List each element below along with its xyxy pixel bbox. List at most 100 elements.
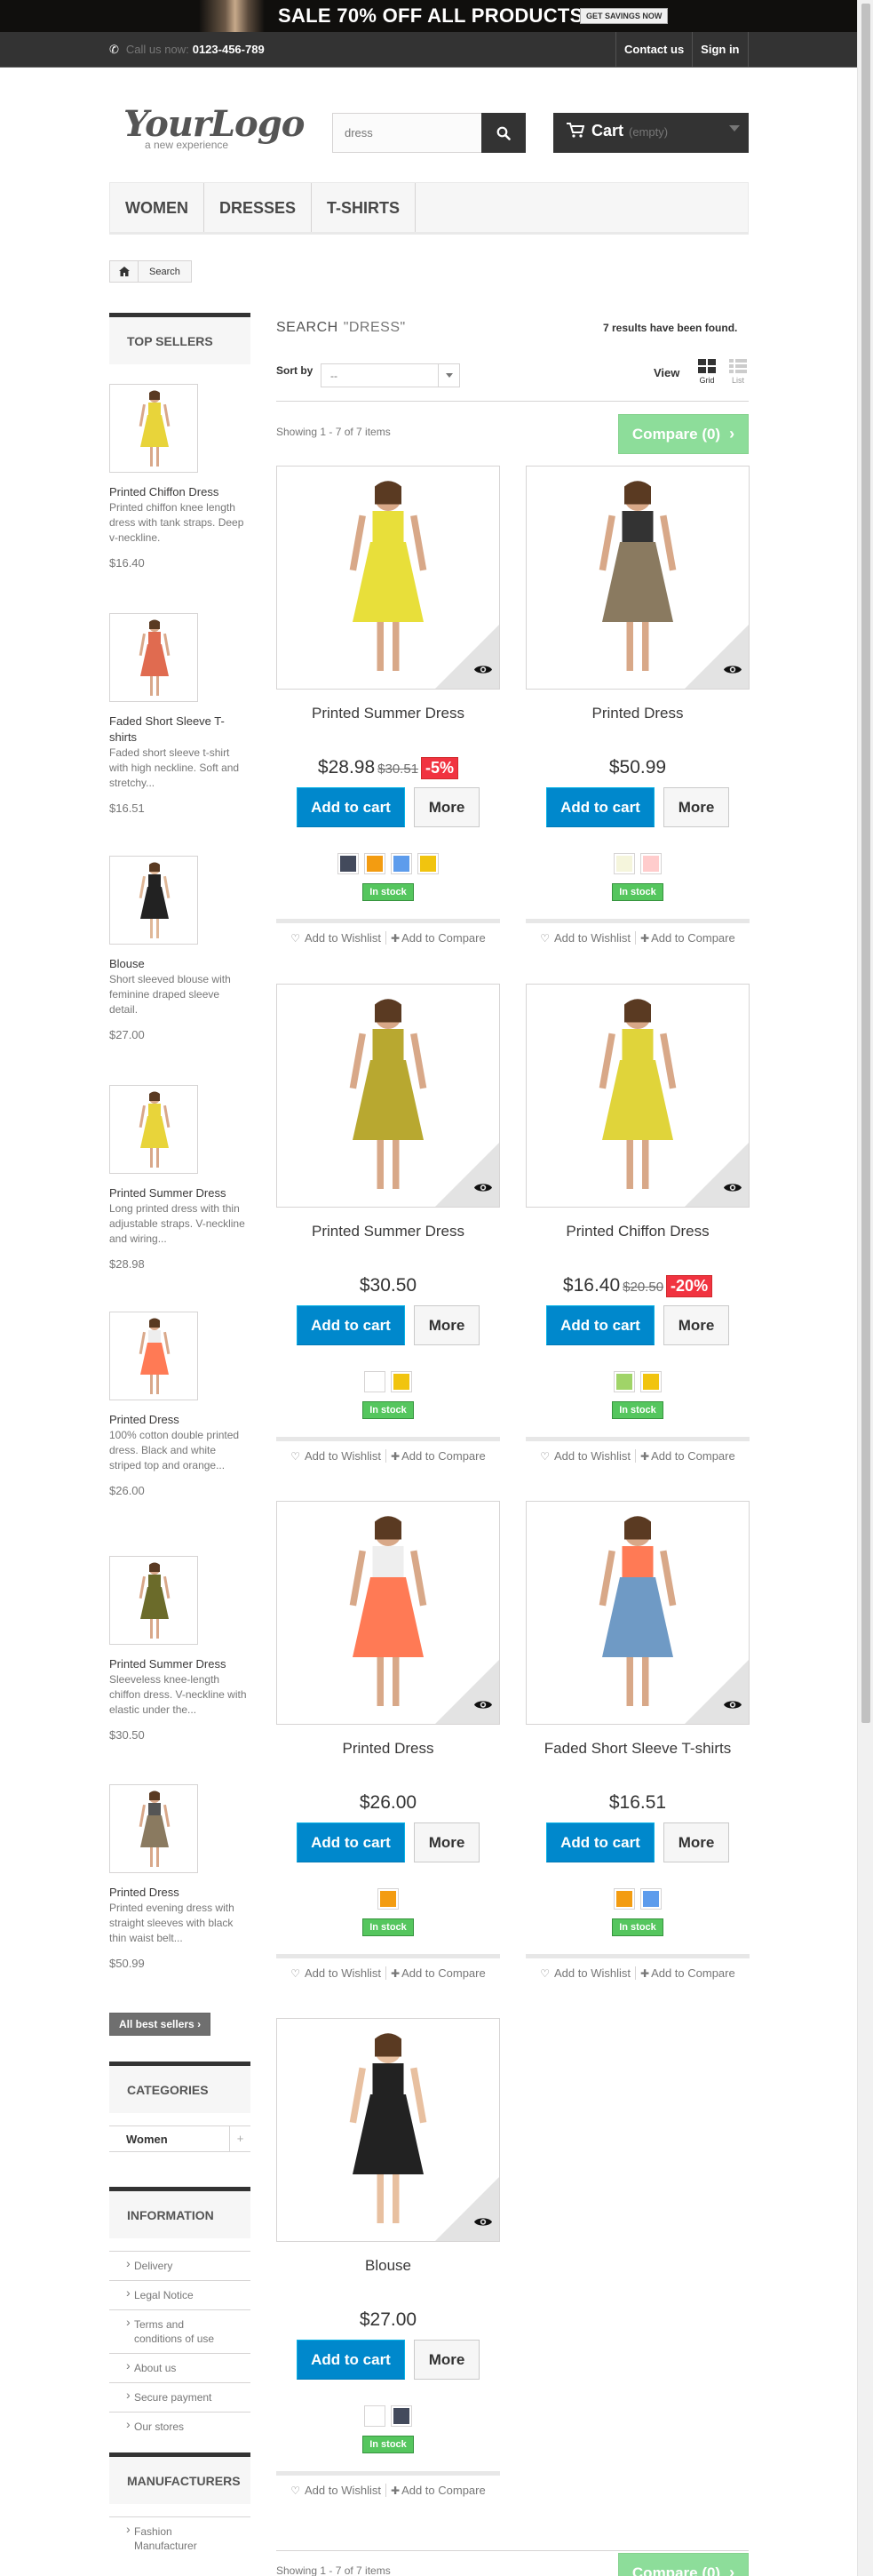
menu-item-tshirts[interactable]: T-SHIRTS <box>312 183 417 232</box>
add-to-compare-link[interactable]: ✚ Add to Compare <box>386 931 486 945</box>
product-name[interactable]: Printed Dress <box>526 705 750 726</box>
color-swatch[interactable] <box>377 1888 399 1910</box>
top-seller-image[interactable] <box>109 1085 198 1174</box>
color-swatch[interactable] <box>391 1371 412 1392</box>
top-seller-image[interactable] <box>109 856 198 945</box>
manufacturer-link[interactable]: Fashion Manufacturer <box>109 2516 250 2560</box>
information-title[interactable]: INFORMATION <box>109 2187 250 2238</box>
product-name[interactable]: Printed Dress <box>276 1740 500 1761</box>
product-image[interactable] <box>276 1501 500 1725</box>
contact-us-link[interactable]: Contact us <box>615 32 692 68</box>
info-link[interactable]: Legal Notice <box>109 2280 250 2309</box>
top-seller-item[interactable]: Printed Chiffon Dress Printed chiffon kne… <box>109 384 250 570</box>
top-seller-image[interactable] <box>109 1784 198 1873</box>
add-to-compare-link[interactable]: ✚ Add to Compare <box>636 1966 735 1980</box>
color-swatch[interactable] <box>364 853 385 874</box>
info-link[interactable]: Our stores <box>109 2412 250 2441</box>
add-to-wishlist-link[interactable]: ♡ Add to Wishlist <box>540 1966 636 1980</box>
top-seller-name[interactable]: Blouse <box>109 956 250 972</box>
add-to-cart-button[interactable]: Add to cart <box>297 2340 405 2380</box>
plus-icon[interactable]: + <box>229 2126 250 2151</box>
top-seller-name[interactable]: Printed Dress <box>109 1412 250 1428</box>
add-to-cart-button[interactable]: Add to cart <box>546 787 655 827</box>
banner-button[interactable]: GET SAVINGS NOW <box>580 8 669 24</box>
color-swatch[interactable] <box>640 853 662 874</box>
category-women[interactable]: Women + <box>109 2125 250 2152</box>
add-to-cart-button[interactable]: Add to cart <box>297 1822 405 1862</box>
color-swatch[interactable] <box>614 1888 635 1910</box>
more-button[interactable]: More <box>414 1822 480 1862</box>
eye-icon[interactable] <box>724 1182 742 1198</box>
site-logo[interactable]: YourLogo a new experience <box>123 107 305 152</box>
top-seller-name[interactable]: Faded Short Sleeve T-shirts <box>109 714 250 746</box>
menu-item-dresses[interactable]: DRESSES <box>204 183 313 232</box>
eye-icon[interactable] <box>724 664 742 680</box>
more-button[interactable]: More <box>663 1305 729 1345</box>
add-to-wishlist-link[interactable]: ♡ Add to Wishlist <box>540 931 636 945</box>
product-image[interactable] <box>276 2018 500 2242</box>
add-to-compare-link[interactable]: ✚ Add to Compare <box>386 1449 486 1463</box>
add-to-wishlist-link[interactable]: ♡ Add to Wishlist <box>290 1449 386 1463</box>
info-link[interactable]: Secure payment <box>109 2382 250 2412</box>
more-button[interactable]: More <box>414 1305 480 1345</box>
top-seller-image[interactable] <box>109 1556 198 1645</box>
categories-title[interactable]: CATEGORIES <box>109 2062 250 2113</box>
eye-icon[interactable] <box>474 664 492 680</box>
add-to-wishlist-link[interactable]: ♡ Add to Wishlist <box>290 931 386 945</box>
color-swatch[interactable] <box>640 1371 662 1392</box>
eye-icon[interactable] <box>724 1699 742 1715</box>
top-seller-item[interactable]: Blouse Short sleeved blouse with feminine… <box>109 856 250 1041</box>
product-name[interactable]: Printed Summer Dress <box>276 705 500 726</box>
info-link[interactable]: Delivery <box>109 2251 250 2280</box>
top-seller-item[interactable]: Printed Dress Printed evening dress with … <box>109 1784 250 1970</box>
color-swatch[interactable] <box>364 2405 385 2427</box>
add-to-cart-button[interactable]: Add to cart <box>546 1305 655 1345</box>
cart-button[interactable]: Cart (empty) <box>553 113 749 153</box>
color-swatch[interactable] <box>640 1888 662 1910</box>
menu-item-women[interactable]: WOMEN <box>110 183 204 232</box>
scrollbar-thumb[interactable] <box>861 4 870 1723</box>
add-to-cart-button[interactable]: Add to cart <box>297 1305 405 1345</box>
add-to-wishlist-link[interactable]: ♡ Add to Wishlist <box>290 2484 386 2497</box>
add-to-cart-button[interactable]: Add to cart <box>297 787 405 827</box>
all-best-sellers-button[interactable]: All best sellers › <box>109 2013 211 2036</box>
add-to-wishlist-link[interactable]: ♡ Add to Wishlist <box>290 1966 386 1980</box>
top-seller-name[interactable]: Printed Summer Dress <box>109 1656 250 1672</box>
manufacturers-title[interactable]: MANUFACTURERS <box>109 2452 250 2504</box>
search-input[interactable] <box>333 114 475 152</box>
add-to-cart-button[interactable]: Add to cart <box>546 1822 655 1862</box>
eye-icon[interactable] <box>474 1182 492 1198</box>
add-to-wishlist-link[interactable]: ♡ Add to Wishlist <box>540 1449 636 1463</box>
product-image[interactable] <box>526 1501 750 1725</box>
color-swatch[interactable] <box>364 1371 385 1392</box>
top-seller-image[interactable] <box>109 613 198 702</box>
eye-icon[interactable] <box>474 2216 492 2232</box>
sort-select[interactable]: -- <box>321 363 460 387</box>
product-name[interactable]: Printed Summer Dress <box>276 1223 500 1244</box>
add-to-compare-link[interactable]: ✚ Add to Compare <box>386 1966 486 1980</box>
product-image[interactable] <box>526 466 750 690</box>
color-swatch[interactable] <box>614 1371 635 1392</box>
more-button[interactable]: More <box>663 787 729 827</box>
product-name[interactable]: Faded Short Sleeve T-shirts <box>526 1740 750 1761</box>
more-button[interactable]: More <box>414 2340 480 2380</box>
top-seller-name[interactable]: Printed Dress <box>109 1885 250 1901</box>
category-women-label[interactable]: Women <box>126 2133 168 2146</box>
top-seller-name[interactable]: Printed Summer Dress <box>109 1185 250 1201</box>
product-name[interactable]: Printed Chiffon Dress <box>526 1223 750 1244</box>
top-seller-image[interactable] <box>109 1312 198 1400</box>
more-button[interactable]: More <box>414 787 480 827</box>
color-swatch[interactable] <box>391 853 412 874</box>
color-swatch[interactable] <box>417 853 439 874</box>
color-swatch[interactable] <box>614 853 635 874</box>
add-to-compare-link[interactable]: ✚ Add to Compare <box>386 2484 486 2497</box>
color-swatch[interactable] <box>391 2405 412 2427</box>
promo-banner[interactable]: SALE 70% OFF ALL PRODUCTS GET SAVINGS NO… <box>0 0 857 32</box>
add-to-compare-link[interactable]: ✚ Add to Compare <box>636 1449 735 1463</box>
top-sellers-title[interactable]: TOP SELLERS <box>109 313 250 364</box>
product-image[interactable] <box>276 466 500 690</box>
top-seller-item[interactable]: Printed Summer Dress Sleeveless knee-leng… <box>109 1556 250 1742</box>
top-seller-name[interactable]: Printed Chiffon Dress <box>109 484 250 500</box>
view-grid-button[interactable]: Grid <box>696 359 718 385</box>
product-name[interactable]: Blouse <box>276 2257 500 2278</box>
